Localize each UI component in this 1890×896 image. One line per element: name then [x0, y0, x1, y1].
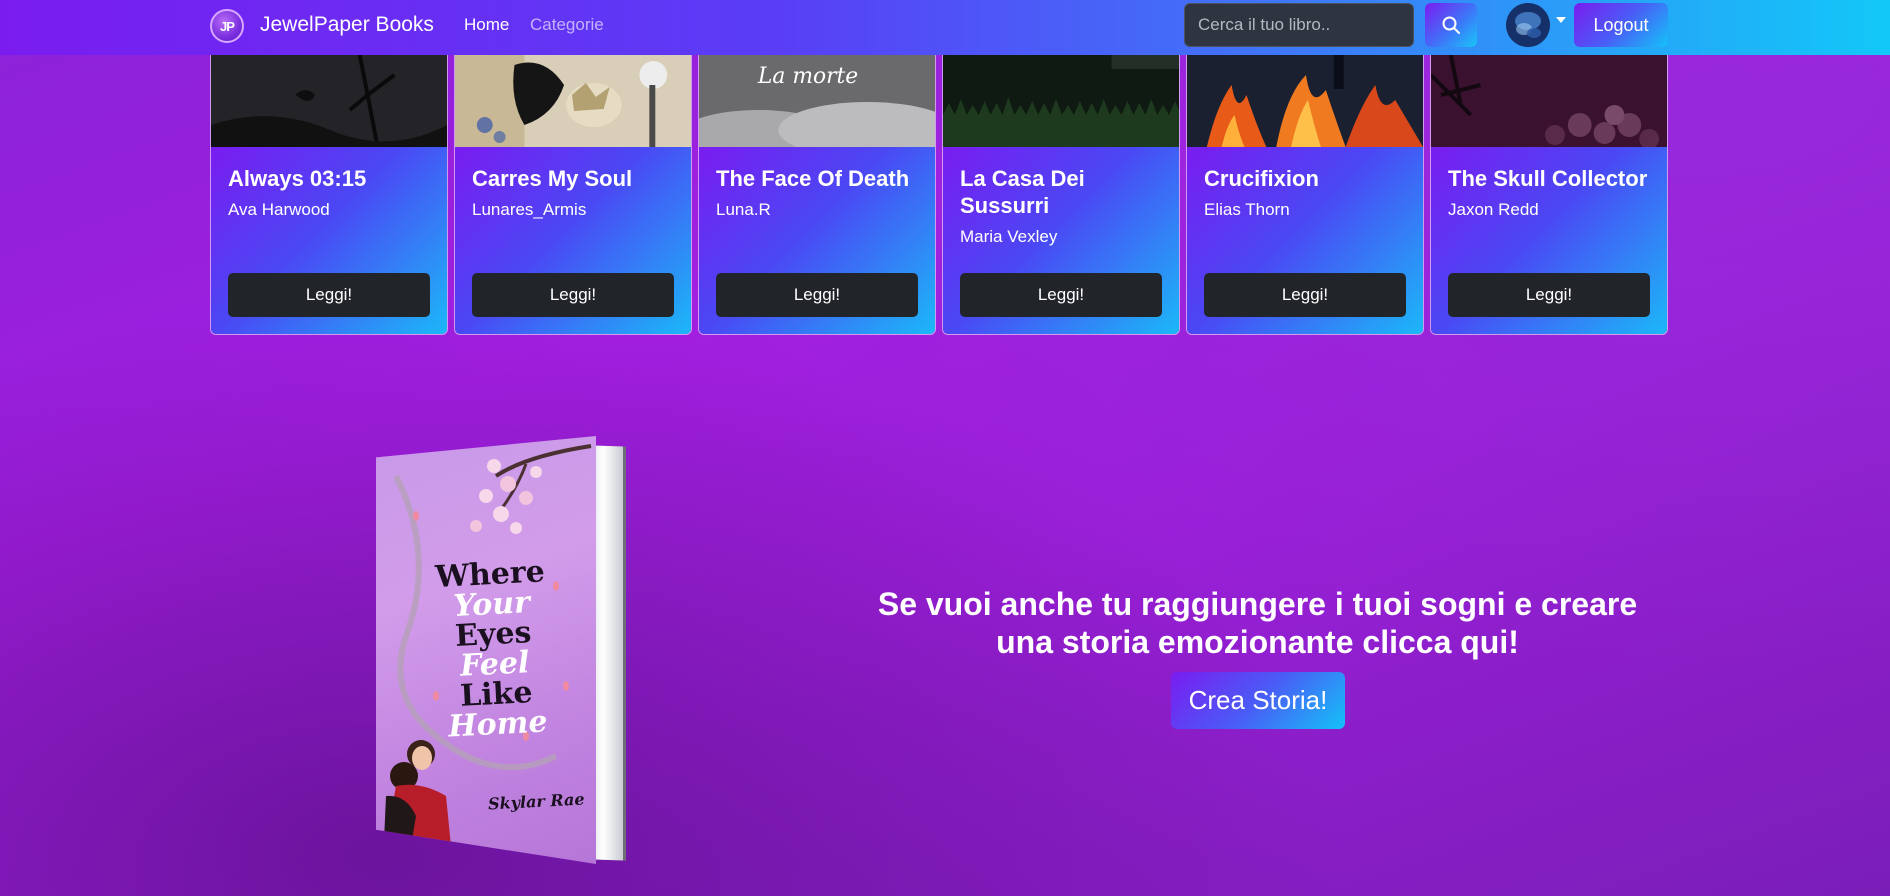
book-title[interactable]: Always 03:15	[228, 165, 430, 192]
brand-name[interactable]: JewelPaper Books	[260, 13, 434, 37]
promo-heading: Se vuoi anche tu raggiungere i tuoi sogn…	[877, 586, 1638, 660]
book-card-body: La Casa Dei Sussurri Maria Vexley Leggi!	[943, 147, 1179, 334]
book-card-body: Carres My Soul Lunares_Armis Leggi!	[455, 147, 691, 334]
read-button[interactable]: Leggi!	[960, 273, 1162, 317]
book-author: Ava Harwood	[228, 200, 330, 219]
book-author: Elias Thorn	[1204, 200, 1290, 219]
book-card: La morte The Face Of Death Luna.R Leggi!	[698, 55, 936, 335]
chevron-down-icon[interactable]	[1556, 17, 1566, 23]
book-card-body: The Skull Collector Jaxon Redd Leggi!	[1431, 147, 1667, 334]
book-title[interactable]: La Casa Dei Sussurri	[960, 165, 1162, 219]
book-card: Crucifixion Elias Thorn Leggi!	[1186, 55, 1424, 335]
search-input[interactable]: Cerca il tuo libro..	[1184, 3, 1414, 47]
top-navbar: JP JewelPaper Books Home Categorie Cerca…	[0, 0, 1890, 55]
book-cover-image	[943, 55, 1179, 147]
book-card: The Skull Collector Jaxon Redd Leggi!	[1430, 55, 1668, 335]
nav-link-home[interactable]: Home	[464, 15, 509, 35]
book-title-text: Where Your Eyes Feel Like Home	[434, 554, 549, 745]
cover-text: La morte	[757, 64, 858, 89]
book-author: Maria Vexley	[960, 227, 1058, 246]
book-card: La Casa Dei Sussurri Maria Vexley Leggi!	[942, 55, 1180, 335]
book-title[interactable]: Crucifixion	[1204, 165, 1406, 192]
book-title[interactable]: Carres My Soul	[472, 165, 674, 192]
nav-link-categorie[interactable]: Categorie	[530, 15, 604, 35]
book-cover-image	[1431, 55, 1667, 147]
book-title[interactable]: The Skull Collector	[1448, 165, 1650, 192]
create-story-button[interactable]: Crea Storia!	[1171, 672, 1345, 729]
book-cover-image	[1187, 55, 1423, 147]
brand-logo-icon[interactable]: JP	[210, 9, 244, 43]
search-icon	[1442, 16, 1460, 34]
book-cover-image	[211, 55, 447, 147]
read-button[interactable]: Leggi!	[472, 273, 674, 317]
read-button[interactable]: Leggi!	[1448, 273, 1650, 317]
book-card: Always 03:15 Ava Harwood Leggi!	[210, 55, 448, 335]
book-card-body: Crucifixion Elias Thorn Leggi!	[1187, 147, 1423, 334]
book-cover-image	[455, 55, 691, 147]
read-button[interactable]: Leggi!	[716, 273, 918, 317]
book-card-body: The Face Of Death Luna.R Leggi!	[699, 147, 935, 334]
book-cover: Where Your Eyes Feel Like Home Skylar Ra…	[376, 436, 596, 864]
book-cover-image: La morte	[699, 55, 935, 147]
book-author: Luna.R	[716, 200, 771, 219]
book-card-body: Always 03:15 Ava Harwood Leggi!	[211, 147, 447, 334]
book-card: Carres My Soul Lunares_Armis Leggi!	[454, 55, 692, 335]
book-author: Jaxon Redd	[1448, 200, 1539, 219]
book-author: Lunares_Armis	[472, 200, 587, 219]
logout-button[interactable]: Logout	[1574, 3, 1668, 47]
read-button[interactable]: Leggi!	[1204, 273, 1406, 317]
featured-book-image: Where Your Eyes Feel Like Home Skylar Ra…	[372, 436, 628, 864]
user-avatar[interactable]	[1506, 3, 1550, 47]
read-button[interactable]: Leggi!	[228, 273, 430, 317]
search-button[interactable]	[1425, 3, 1477, 47]
book-title[interactable]: The Face Of Death	[716, 165, 918, 192]
avatar-image	[1506, 3, 1550, 47]
